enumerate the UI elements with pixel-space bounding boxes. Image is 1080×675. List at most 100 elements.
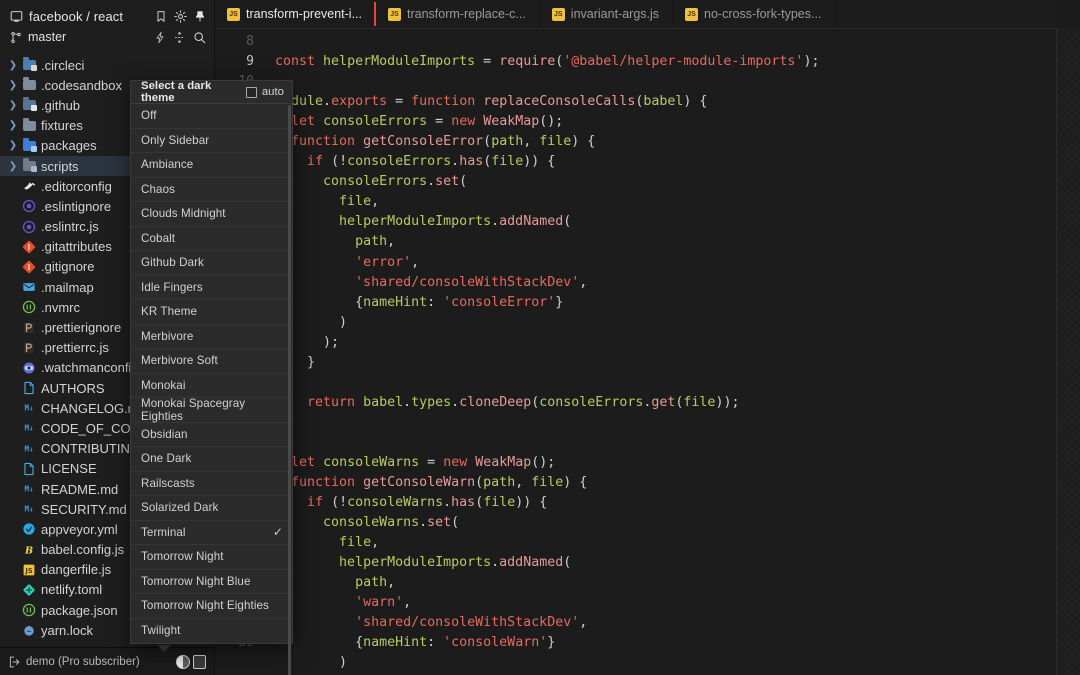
- eslint-icon: [20, 220, 38, 234]
- code-line: );: [275, 333, 1080, 353]
- tree-item-label: .prettierignore: [41, 320, 121, 335]
- account-label: demo (Pro subscriber): [26, 656, 140, 668]
- ide-window: facebook / react master: [0, 0, 1080, 675]
- svg-text:B: B: [24, 545, 33, 556]
- tree-item-label: packages: [41, 138, 97, 153]
- code-content[interactable]: const helperModuleImports = require('@ba…: [263, 29, 1080, 675]
- theme-menu-item-label: Terminal: [141, 526, 186, 539]
- theme-menu-item-label: Tomorrow Night: [141, 550, 224, 563]
- theme-menu-item[interactable]: KR Theme: [131, 300, 292, 325]
- prettier-icon: [20, 341, 38, 355]
- code-line: [275, 433, 1080, 453]
- search-icon[interactable]: [193, 31, 206, 44]
- chevron-right-icon[interactable]: ❯: [6, 80, 20, 91]
- theme-menu-item-label: Github Dark: [141, 256, 204, 269]
- theme-menu-item[interactable]: Clouds Midnight: [131, 202, 292, 227]
- tree-item-label: README.md: [41, 482, 118, 497]
- theme-menu-item[interactable]: One Dark: [131, 447, 292, 472]
- tab-bar[interactable]: JStransform-prevent-i...JStransform-repl…: [215, 0, 1080, 28]
- theme-menu-item[interactable]: Ambiance: [131, 153, 292, 178]
- chevron-right-icon[interactable]: ❯: [6, 60, 20, 71]
- tree-item-label: .editorconfig: [41, 179, 112, 194]
- theme-menu-item-label: Monokai: [141, 379, 186, 392]
- theme-menu-item[interactable]: Chaos: [131, 178, 292, 203]
- code-line: function getConsoleError(path, file) {: [275, 132, 1080, 152]
- collapse-icon[interactable]: [173, 31, 186, 44]
- theme-menu-item[interactable]: Github Dark: [131, 251, 292, 276]
- theme-menu-item[interactable]: Railscasts: [131, 472, 292, 497]
- markdown-icon: M↓: [20, 401, 38, 415]
- js-icon: JS: [20, 563, 38, 577]
- theme-menu-item[interactable]: Only Sidebar: [131, 129, 292, 154]
- theme-menu-item[interactable]: Cobalt: [131, 227, 292, 252]
- theme-menu-item[interactable]: Twilight: [131, 619, 292, 644]
- theme-menu-item[interactable]: Terminal ✓: [131, 521, 292, 546]
- editor-tab[interactable]: JStransform-prevent-i...: [215, 0, 376, 28]
- chevron-right-icon[interactable]: ❯: [6, 140, 20, 151]
- theme-menu-item-label: Clouds Midnight: [141, 207, 226, 220]
- code-line: let consoleErrors = new WeakMap();: [275, 112, 1080, 132]
- tree-item-label: appveyor.yml: [41, 522, 118, 537]
- theme-menu-item-label: Only Sidebar: [141, 134, 209, 147]
- theme-menu-item[interactable]: Merbivore Soft: [131, 349, 292, 374]
- theme-menu-item[interactable]: Tomorrow Night Blue: [131, 570, 292, 595]
- editor-tab[interactable]: JSno-cross-fork-types...: [673, 0, 835, 28]
- theme-menu-item[interactable]: Off: [131, 104, 292, 129]
- chevron-right-icon[interactable]: ❯: [6, 100, 20, 111]
- editor-tab[interactable]: JSinvariant-args.js: [540, 0, 673, 28]
- node-icon: [20, 603, 38, 617]
- repo-row[interactable]: facebook / react: [10, 6, 206, 26]
- code-line: path,: [275, 232, 1080, 252]
- code-line: [275, 373, 1080, 393]
- js-icon: JS: [388, 8, 401, 21]
- theme-menu-list[interactable]: Off Only Sidebar AmbianceChaos Clouds Midni…: [131, 104, 292, 643]
- theme-menu-item-label: Cobalt: [141, 232, 175, 245]
- tree-item-label: .prettierrc.js: [41, 340, 109, 355]
- auto-checkbox[interactable]: [246, 87, 257, 98]
- pin-icon[interactable]: [194, 10, 206, 23]
- prettier-icon: [20, 321, 38, 335]
- appveyor-icon: [20, 522, 38, 536]
- netlify-icon: [20, 583, 38, 597]
- theme-menu-item[interactable]: Tomorrow Night Eighties: [131, 594, 292, 619]
- editor-tab[interactable]: JStransform-replace-c...: [376, 0, 540, 28]
- account-status[interactable]: demo (Pro subscriber): [8, 656, 140, 668]
- svg-text:M↓: M↓: [24, 404, 33, 413]
- bookmark-icon[interactable]: [155, 10, 167, 23]
- checkmark-icon: ✓: [273, 525, 283, 539]
- tree-item-label: babel.config.js: [41, 542, 124, 557]
- theme-menu-item[interactable]: Solarized Dark: [131, 496, 292, 521]
- theme-menu-item[interactable]: Tomorrow Night: [131, 545, 292, 570]
- repo-icon: [10, 10, 23, 23]
- theme-menu-item[interactable]: Monokai Spacegray Eighties: [131, 398, 292, 423]
- chevron-right-icon[interactable]: ❯: [6, 120, 20, 131]
- theme-menu-item[interactable]: Merbivore: [131, 325, 292, 350]
- theme-menu-item[interactable]: Obsidian: [131, 423, 292, 448]
- gear-icon[interactable]: [174, 10, 187, 23]
- markdown-icon: M↓: [20, 442, 38, 456]
- branch-row[interactable]: master: [10, 27, 206, 47]
- lightning-icon[interactable]: [154, 31, 166, 44]
- mail-icon: [20, 280, 38, 294]
- folder-icon: [20, 141, 38, 151]
- tree-item-label: .eslintignore: [41, 199, 111, 214]
- tree-item-label: fixtures: [41, 118, 83, 133]
- theme-toggle-button[interactable]: [174, 653, 208, 671]
- code-line: ): [275, 313, 1080, 333]
- theme-menu-item-label: Solarized Dark: [141, 501, 218, 514]
- code-line: return babel.types.cloneDeep(consoleErro…: [275, 393, 1080, 413]
- theme-menu-scrollbar[interactable]: [288, 105, 291, 675]
- chevron-right-icon[interactable]: ❯: [6, 161, 20, 172]
- theme-menu-item[interactable]: Monokai: [131, 374, 292, 399]
- svg-text:M↓: M↓: [24, 444, 33, 453]
- tree-folder-row[interactable]: ❯.circleci: [0, 55, 214, 75]
- markdown-icon: M↓: [20, 482, 38, 496]
- code-line: {nameHint: 'consoleError'}: [275, 293, 1080, 313]
- theme-select-menu[interactable]: Select a dark theme auto OffOnly Sidebar…: [130, 80, 293, 644]
- auto-theme-option[interactable]: auto: [246, 86, 284, 98]
- theme-menu-item[interactable]: Idle Fingers: [131, 276, 292, 301]
- js-icon: JS: [227, 8, 240, 21]
- markdown-icon: M↓: [20, 421, 38, 435]
- svg-text:M↓: M↓: [24, 505, 33, 514]
- tree-item-label: SECURITY.md: [41, 502, 127, 517]
